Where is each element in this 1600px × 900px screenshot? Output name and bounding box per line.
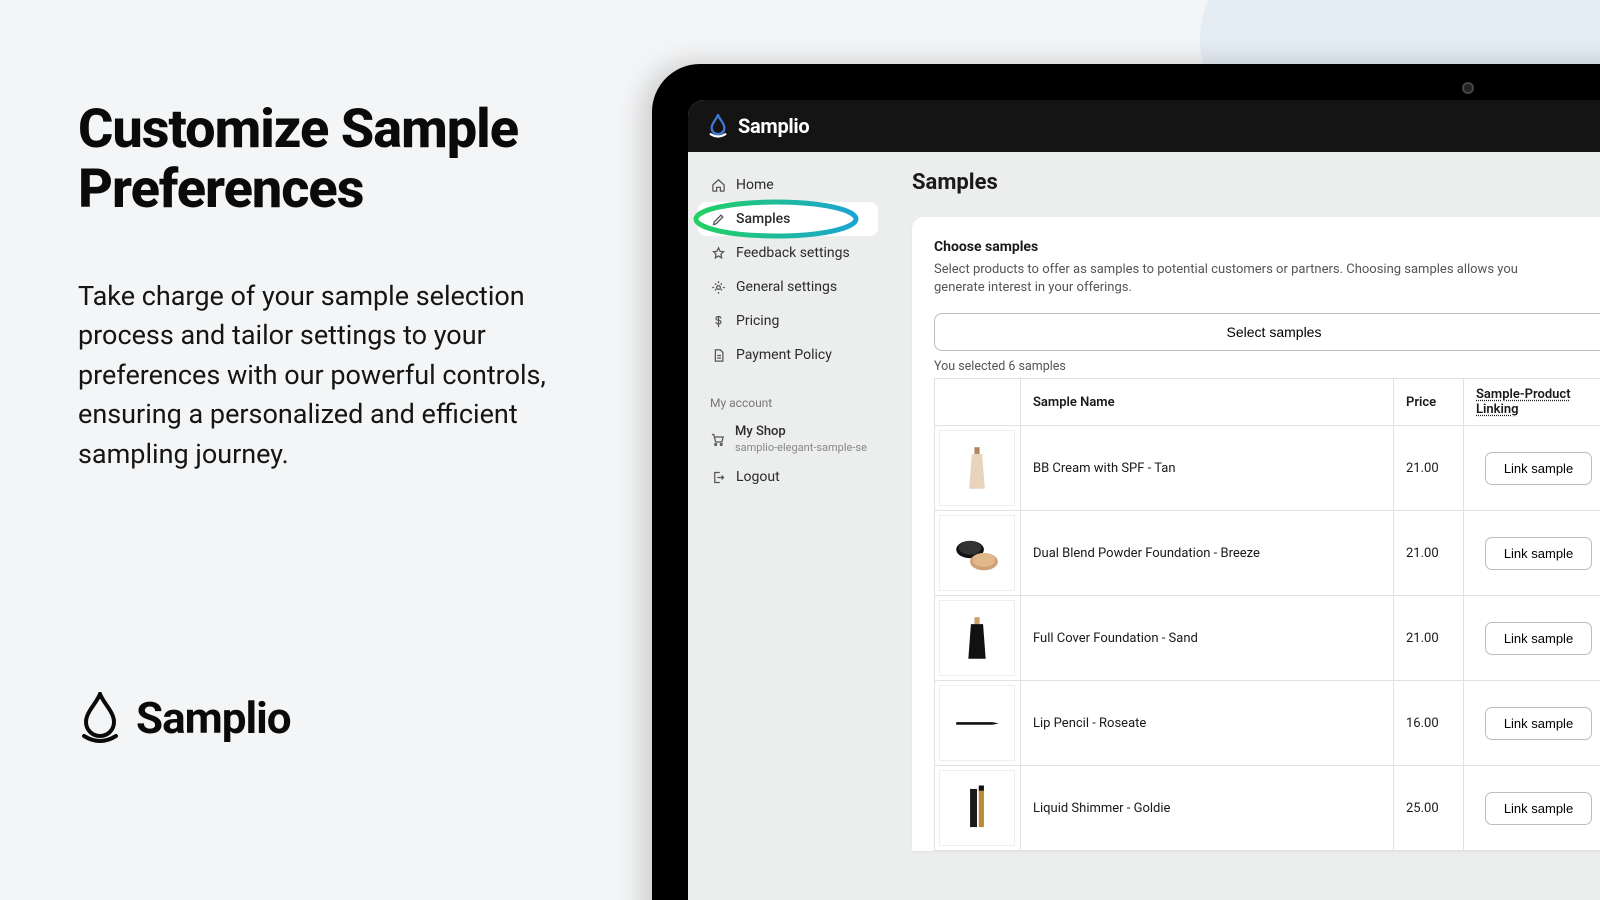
subcopy: Take charge of your sample selection pro… — [78, 277, 598, 474]
thumb-cell — [935, 511, 1021, 596]
drop-icon — [708, 114, 728, 138]
main-content: Samples Choose samples Select products t… — [888, 152, 1600, 900]
product-thumb — [939, 600, 1015, 676]
link-cell: Link sample — [1464, 596, 1600, 681]
table-row: Full Cover Foundation - Sand21.00 Link sa… — [935, 596, 1600, 681]
page-title: Samples — [912, 170, 1600, 195]
link-cell: Link sample — [1464, 426, 1600, 511]
col-linking: Sample-Product Linking — [1464, 379, 1600, 426]
sidebar-item-myshop[interactable]: My Shop samplio-elegant-sample-se — [698, 418, 878, 460]
account-section-label: My account — [698, 372, 878, 418]
sample-name: BB Cream with SPF - Tan — [1021, 426, 1394, 511]
link-sample-button[interactable]: Link sample — [1485, 707, 1592, 740]
shop-url: samplio-elegant-sample-se — [735, 441, 867, 454]
col-price: Price — [1394, 379, 1464, 426]
link-sample-button[interactable]: Link sample — [1485, 452, 1592, 485]
samples-card: Choose samples Select products to offer … — [912, 217, 1600, 851]
cart-icon — [710, 431, 725, 447]
select-samples-button[interactable]: Select samples — [934, 313, 1600, 351]
sidebar-item-payment-policy[interactable]: Payment Policy — [698, 338, 878, 372]
section-description: Select products to offer as samples to p… — [934, 261, 1554, 297]
nav-label: Payment Policy — [736, 347, 832, 363]
product-thumb — [939, 430, 1015, 506]
sidebar-item-samples[interactable]: Samples — [698, 202, 878, 236]
logout-label: Logout — [736, 469, 780, 485]
drop-icon — [78, 692, 122, 744]
sidebar: Home Samples Feedback settings General sett… — [688, 152, 888, 900]
nav-label: Feedback settings — [736, 245, 850, 261]
sample-name: Dual Blend Powder Foundation - Breeze — [1021, 511, 1394, 596]
link-sample-button[interactable]: Link sample — [1485, 537, 1592, 570]
sample-price: 21.00 — [1394, 511, 1464, 596]
gear-icon — [710, 279, 726, 295]
sample-price: 25.00 — [1394, 766, 1464, 851]
nav-label: General settings — [736, 279, 837, 295]
logout-icon — [710, 469, 726, 485]
app-brand: Samplio — [738, 114, 809, 138]
selected-count: You selected 6 samples — [934, 359, 1600, 374]
camera-dot — [1462, 82, 1474, 94]
product-thumb — [939, 770, 1015, 846]
sample-name: Lip Pencil - Roseate — [1021, 681, 1394, 766]
nav-label: Pricing — [736, 313, 779, 329]
table-row: BB Cream with SPF - Tan21.00 Link sample — [935, 426, 1600, 511]
thumb-cell — [935, 766, 1021, 851]
samples-table: Sample Name Price Sample-Product Linking… — [934, 378, 1600, 851]
sidebar-item-general-settings[interactable]: General settings — [698, 270, 878, 304]
sidebar-item-home[interactable]: Home — [698, 168, 878, 202]
table-row: Lip Pencil - Roseate16.00 Link sample — [935, 681, 1600, 766]
thumb-cell — [935, 596, 1021, 681]
sidebar-item-feedback-settings[interactable]: Feedback settings — [698, 236, 878, 270]
col-name: Sample Name — [1021, 379, 1394, 426]
headline: Customize Sample Preferences — [78, 100, 598, 221]
sample-price: 21.00 — [1394, 426, 1464, 511]
link-sample-button[interactable]: Link sample — [1485, 622, 1592, 655]
tablet-frame: Samplio Home Samples Feedback settings Gene… — [652, 64, 1600, 900]
table-row: Liquid Shimmer - Goldie25.00 Link sample — [935, 766, 1600, 851]
link-cell: Link sample — [1464, 766, 1600, 851]
sidebar-item-logout[interactable]: Logout — [698, 460, 878, 494]
col-thumb — [935, 379, 1021, 426]
table-row: Dual Blend Powder Foundation - Breeze21.… — [935, 511, 1600, 596]
app-topbar: Samplio — [688, 100, 1600, 152]
document-icon — [710, 347, 726, 363]
home-icon — [710, 177, 726, 193]
link-cell: Link sample — [1464, 681, 1600, 766]
section-title: Choose samples — [934, 239, 1600, 255]
link-cell: Link sample — [1464, 511, 1600, 596]
thumb-cell — [935, 681, 1021, 766]
sample-price: 16.00 — [1394, 681, 1464, 766]
footer-logo: Samplio — [78, 692, 291, 744]
thumb-cell — [935, 426, 1021, 511]
sample-price: 21.00 — [1394, 596, 1464, 681]
nav-label: Home — [736, 177, 774, 193]
brand-name: Samplio — [136, 692, 291, 744]
product-thumb — [939, 515, 1015, 591]
dollar-icon — [710, 313, 726, 329]
sidebar-item-pricing[interactable]: Pricing — [698, 304, 878, 338]
sample-name: Liquid Shimmer - Goldie — [1021, 766, 1394, 851]
nav-label: Samples — [736, 211, 790, 227]
star-icon — [710, 245, 726, 261]
pencil-icon — [710, 211, 726, 227]
shop-name: My Shop — [735, 424, 786, 439]
product-thumb — [939, 685, 1015, 761]
link-sample-button[interactable]: Link sample — [1485, 792, 1592, 825]
sample-name: Full Cover Foundation - Sand — [1021, 596, 1394, 681]
